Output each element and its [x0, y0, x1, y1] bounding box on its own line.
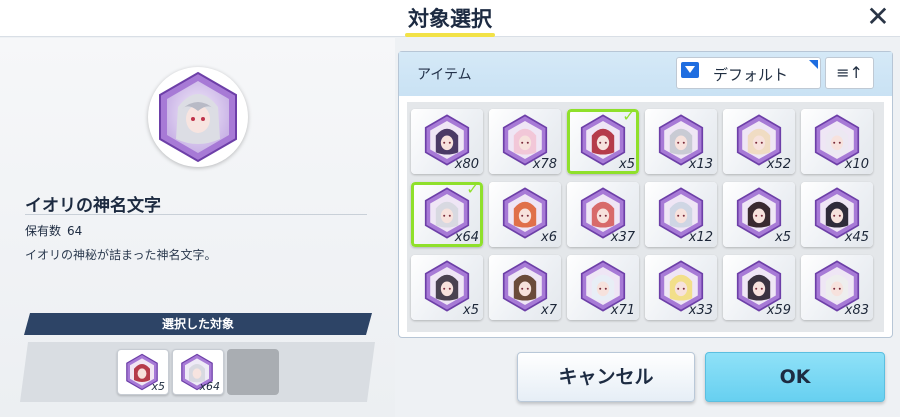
- item-count: x80: [454, 157, 479, 172]
- dropdown-corner-icon: [809, 60, 818, 69]
- sort-order-button[interactable]: ≡↑: [825, 57, 874, 89]
- checkmark-icon: ✓: [466, 182, 479, 198]
- item-description: イオリの神秘が詰まった神名文字。: [25, 248, 217, 262]
- item-tile[interactable]: x6: [489, 182, 561, 247]
- owned-label: 保有数: [25, 224, 62, 238]
- page-title: 対象選択: [408, 7, 492, 31]
- item-tile[interactable]: x71: [567, 255, 639, 320]
- item-tile[interactable]: x5 ✓: [567, 109, 639, 174]
- selected-slot-count: x64: [199, 380, 220, 393]
- selected-slot[interactable]: x5: [117, 349, 169, 395]
- item-tile[interactable]: x5: [723, 182, 795, 247]
- item-count: x78: [532, 157, 557, 172]
- item-tile[interactable]: x33: [645, 255, 717, 320]
- item-tile[interactable]: x78: [489, 109, 561, 174]
- item-count: x7: [541, 303, 557, 318]
- item-count: x37: [610, 230, 635, 245]
- item-count: x83: [844, 303, 869, 318]
- item-large-icon: [148, 67, 248, 167]
- item-tile[interactable]: x7: [489, 255, 561, 320]
- title-underline: [405, 33, 495, 37]
- selected-slot-count: x5: [151, 380, 165, 393]
- item-count: x71: [610, 303, 635, 318]
- item-tile[interactable]: x45: [801, 182, 873, 247]
- selected-targets-header: 選択した対象: [24, 313, 372, 335]
- header-bar: 対象選択 ✕: [0, 0, 900, 37]
- item-tile[interactable]: x64 ✓: [411, 182, 483, 247]
- item-tile[interactable]: x83: [801, 255, 873, 320]
- item-tile[interactable]: x5: [411, 255, 483, 320]
- item-count: x33: [688, 303, 713, 318]
- item-tile[interactable]: x80: [411, 109, 483, 174]
- owned-count-row: 保有数 64: [25, 222, 88, 239]
- selected-slot-empty[interactable]: [227, 349, 279, 395]
- item-tile[interactable]: x37: [567, 182, 639, 247]
- item-list-header: アイテム デフォルト ≡↑: [399, 52, 892, 96]
- filter-icon: [681, 62, 699, 78]
- hexagon-portrait-icon: [159, 71, 237, 163]
- item-list-panel: アイテム デフォルト ≡↑ x80 x78 x5 ✓ x13 x52 x10 x64 ✓ x6 x3…: [398, 51, 893, 338]
- checkmark-icon: ✓: [622, 109, 635, 125]
- item-tile[interactable]: x52: [723, 109, 795, 174]
- item-tile[interactable]: x13: [645, 109, 717, 174]
- item-count: x52: [766, 157, 791, 172]
- item-tile[interactable]: x12: [645, 182, 717, 247]
- item-count: x59: [766, 303, 791, 318]
- item-count: x45: [844, 230, 869, 245]
- item-count: x6: [541, 230, 557, 245]
- item-grid[interactable]: x80 x78 x5 ✓ x13 x52 x10 x64 ✓ x6 x37 x12 x5 x45 x5 x7 x…: [407, 102, 884, 332]
- divider: [25, 214, 367, 215]
- item-count: x10: [844, 157, 869, 172]
- cancel-button[interactable]: キャンセル: [517, 352, 695, 402]
- ok-button[interactable]: OK: [705, 352, 885, 402]
- owned-count: 64: [67, 224, 83, 238]
- item-count: x12: [688, 230, 713, 245]
- item-count: x5: [463, 303, 479, 318]
- items-label: アイテム: [417, 67, 472, 83]
- item-name: イオリの神名文字: [25, 196, 161, 216]
- sort-dropdown[interactable]: デフォルト: [676, 57, 821, 89]
- item-count: x5: [775, 230, 791, 245]
- item-count: x13: [688, 157, 713, 172]
- item-tile[interactable]: x59: [723, 255, 795, 320]
- sort-label: デフォルト: [713, 66, 789, 84]
- close-icon[interactable]: ✕: [862, 2, 894, 34]
- selected-slot[interactable]: x64: [172, 349, 224, 395]
- item-tile[interactable]: x10: [801, 109, 873, 174]
